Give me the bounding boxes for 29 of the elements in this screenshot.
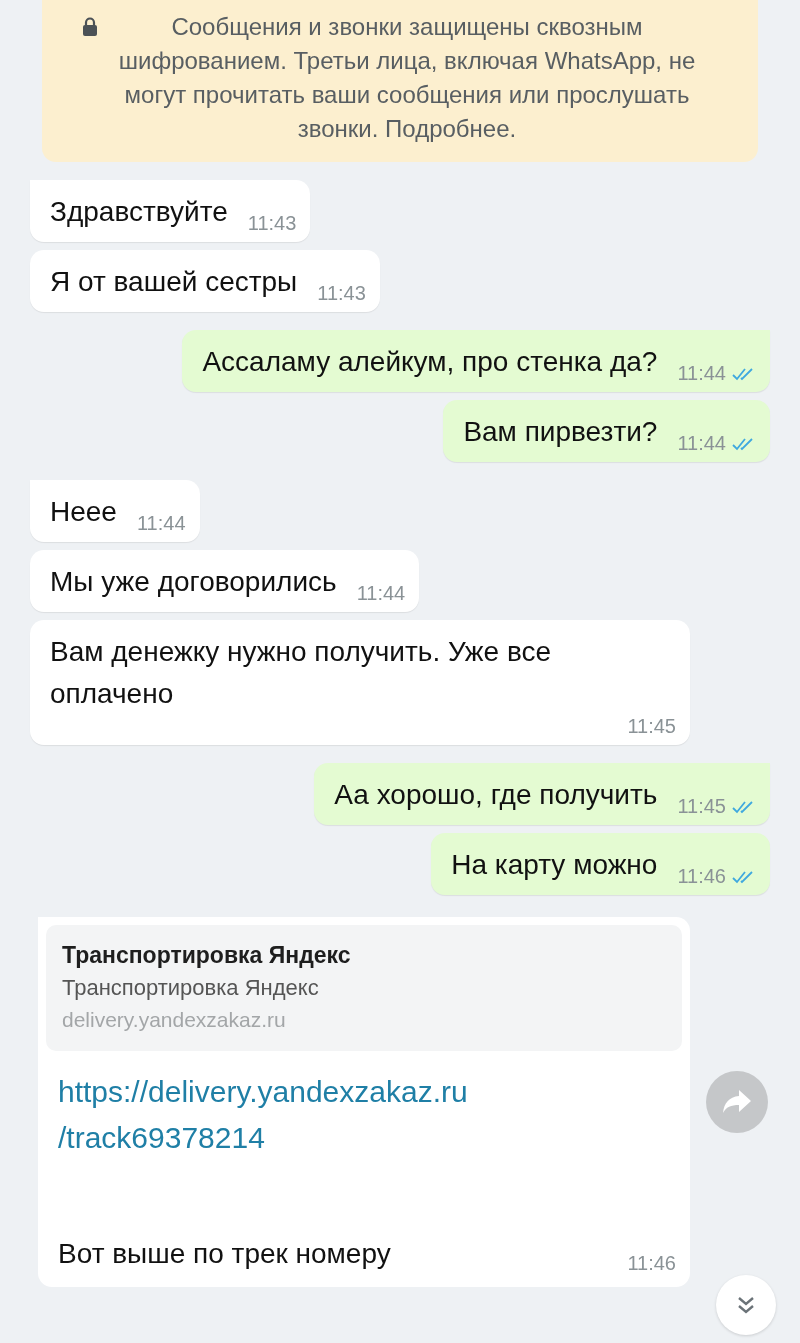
encryption-notice[interactable]: Сообщения и звонки защищены сквозным шифрованием. Третьи лица, включая WhatsApp, не могут прочитать ваши сообщения или прослушать звонки. Подробнее. xyxy=(42,0,758,162)
scroll-down-button[interactable] xyxy=(716,1275,776,1335)
message-time: 11:44 xyxy=(677,362,726,385)
notice-text: Сообщения и звонки защищены сквозным шифрованием. Третьи лица, включая WhatsApp, не могут прочитать ваши сообщения или прослушать звонки. Подробнее. xyxy=(117,12,697,144)
preview-title: Транспортировка Яндекс xyxy=(62,941,352,970)
message-time: 11:45 xyxy=(677,795,726,818)
message-text: Неее xyxy=(50,495,117,529)
message-text: Я от вашей сестры xyxy=(50,265,298,299)
message-text: Здравствуйте xyxy=(50,195,228,229)
message-time: 11:43 xyxy=(247,212,297,235)
message-text: Ассаламу алейкум, про стенка да? xyxy=(202,345,658,379)
message-text: Мы уже договорились xyxy=(50,565,337,599)
message-time: 11:44 xyxy=(677,432,726,455)
lock-icon xyxy=(82,17,98,36)
preview-domain: delivery.yandexzakaz.ru xyxy=(62,1007,287,1033)
message-time: 11:46 xyxy=(627,1252,676,1275)
message-text: Вам денежку нужно получить. Уже все оплачено xyxy=(50,635,553,711)
message-time: 11:44 xyxy=(356,582,406,605)
message-time: 11:45 xyxy=(627,715,676,738)
message-time: 11:46 xyxy=(677,865,726,888)
message-time: 11:44 xyxy=(136,512,186,535)
message-text: Аа хорошо, где получить xyxy=(334,778,658,812)
message-time: 11:43 xyxy=(317,282,366,305)
message-text: Вот выше по трек номеру xyxy=(58,1237,391,1271)
message-link[interactable]: https://delivery.yandexzakaz.ru/track69378214 xyxy=(58,1069,538,1161)
message-text: Вам пирвезти? xyxy=(463,415,658,449)
preview-subtitle: Транспортировка Яндекс xyxy=(62,974,320,1002)
message-text: На карту можно xyxy=(451,848,658,882)
link-preview[interactable]: Транспортировка Яндекс Транспортировка Яндекс delivery.yandexzakaz.ru xyxy=(46,925,682,1051)
